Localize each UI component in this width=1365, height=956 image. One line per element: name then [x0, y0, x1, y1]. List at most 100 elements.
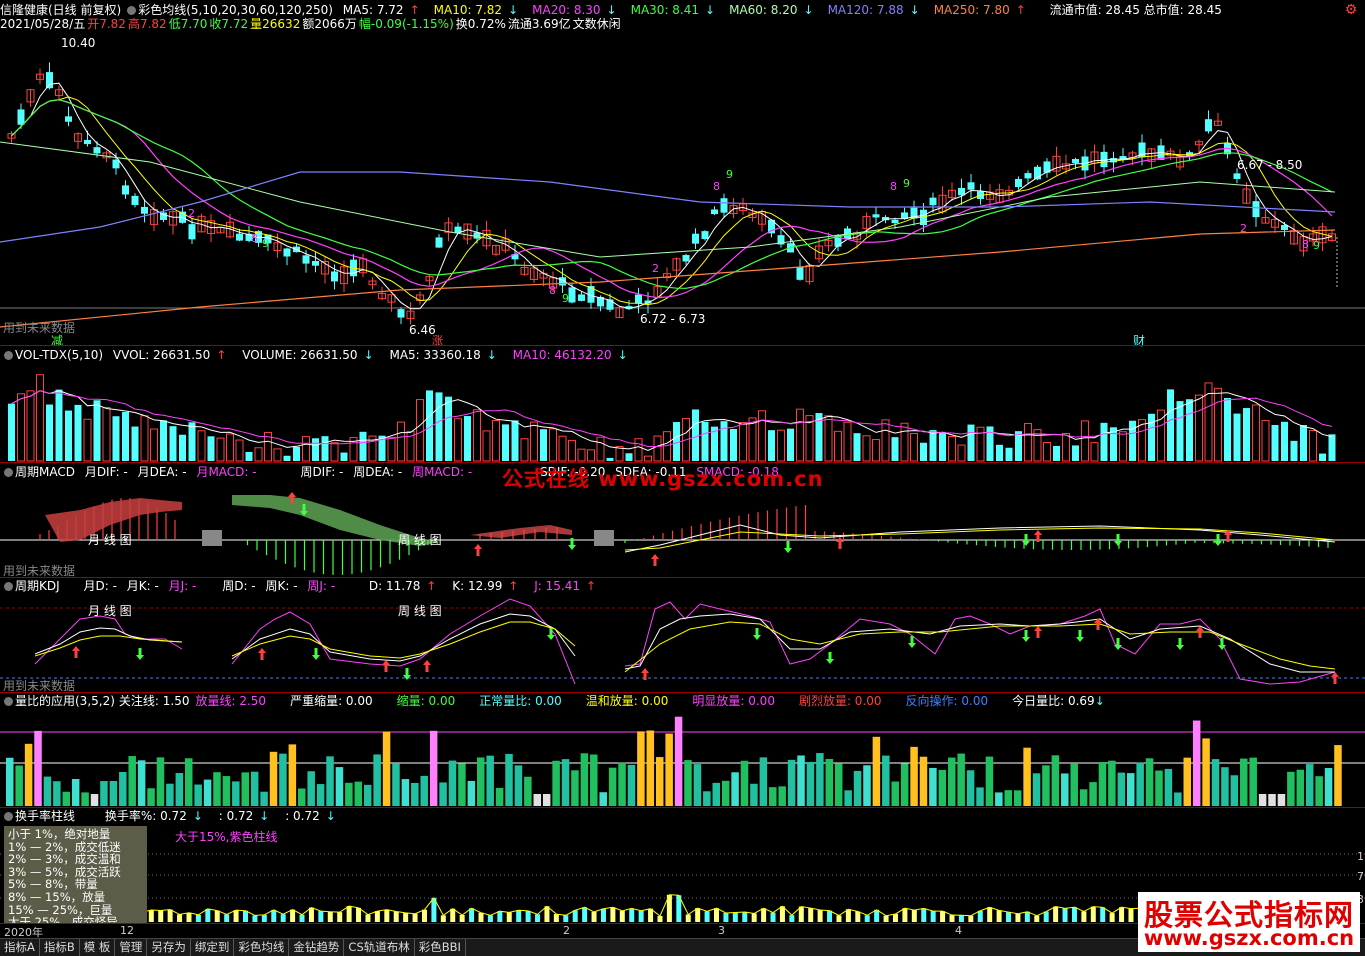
turnover-bar: [657, 915, 663, 922]
turnover-bar: [695, 908, 701, 922]
volume-bar-up: [397, 421, 405, 462]
indicator-tab[interactable]: 指标B: [40, 939, 80, 956]
indicator-tab[interactable]: 模 板: [80, 939, 116, 956]
candle-down: [312, 260, 319, 266]
ratio-bar: [552, 760, 560, 806]
turnover-bar: [384, 909, 390, 922]
volume-bar-up: [1081, 420, 1089, 462]
kdj-menu-icon[interactable]: [4, 582, 13, 591]
indicator-menu-icon[interactable]: [127, 6, 137, 15]
ratio-bar: [1315, 776, 1323, 806]
ratio-bar: [335, 767, 344, 806]
ratio-bar: [910, 746, 918, 806]
turnover-bar: [619, 910, 625, 922]
turnover-bar: [911, 910, 917, 922]
ratio-bar: [128, 756, 136, 806]
turnover-bar: [177, 914, 183, 922]
ratio-bar: [514, 765, 523, 806]
turnover-menu-icon[interactable]: [4, 812, 13, 821]
ratio-bar: [1023, 747, 1031, 806]
ratio-name[interactable]: 量比的应用(3,5,2): [15, 694, 115, 708]
ratio-bar: [1287, 771, 1295, 806]
volume-bar-up: [824, 415, 833, 462]
ratio-bar: [524, 776, 532, 806]
volume-bar-up: [758, 410, 766, 462]
volume-bar-down: [540, 429, 547, 461]
ratio-bar: [778, 786, 786, 806]
volume-bar-down: [673, 422, 680, 461]
kdj-name[interactable]: 周期KDJ: [15, 579, 60, 593]
ma-values: MA5: 7.72 ↑ MA10: 7.82 ↓ MA20: 8.30 ↓ MA30: 8.…: [343, 3, 1040, 17]
indicator-tab[interactable]: 指标A: [0, 939, 40, 956]
sell-arrow-icon: [784, 541, 792, 553]
ratio-bar: [966, 770, 975, 806]
ma-value: MA20: 8.30 ↓: [532, 3, 617, 17]
volume-bar-up: [1090, 442, 1099, 462]
settings-icon[interactable]: ⚙: [1343, 2, 1359, 18]
macd-menu-icon[interactable]: [4, 468, 13, 477]
indicator-tab[interactable]: CS轨道布林: [344, 939, 415, 956]
candle-down: [711, 209, 718, 215]
turnover-name[interactable]: 换手率柱线: [15, 809, 75, 823]
ratio-bar: [109, 780, 118, 806]
indicator-tab[interactable]: 彩色均线: [234, 939, 290, 956]
ratio-bar: [1305, 764, 1314, 806]
ratio-bar: [119, 771, 127, 806]
ma-value: MA5: 7.72 ↑: [342, 3, 420, 17]
stock-name[interactable]: 信隆健康(日线 前复权): [0, 3, 121, 17]
indicator-tab[interactable]: 管理: [115, 939, 148, 956]
ratio-bar: [731, 772, 739, 806]
candle-down: [283, 248, 291, 257]
ratio-bar: [571, 770, 579, 806]
kdj-chart[interactable]: [0, 594, 1365, 692]
buy-arrow-icon: [382, 660, 390, 672]
volume-bar-down: [625, 453, 633, 461]
volume-bar-up: [254, 447, 263, 462]
turnover-bar: [742, 912, 748, 922]
volume-bar-down: [293, 446, 300, 461]
ratio-bar: [1221, 767, 1229, 806]
volume-bar-up: [226, 433, 234, 462]
macd-week-label: 周 线 图: [398, 533, 442, 547]
turnover-bar: [874, 909, 880, 922]
volume-bar-up: [739, 422, 747, 462]
turnover-bar: [1071, 907, 1077, 922]
volume-bar-down: [74, 404, 82, 461]
volume-bar-up: [910, 432, 918, 462]
turnover-bar: [987, 907, 993, 922]
volume-bar-down: [245, 451, 253, 461]
turnover-bar: [761, 908, 767, 922]
price-chart[interactable]: 898 928 98928 92: [0, 32, 1365, 346]
indicator-tab[interactable]: 绑定到: [191, 939, 235, 956]
volume-bar-down: [283, 455, 291, 461]
macd-chart[interactable]: [0, 480, 1365, 577]
volume-bar-up: [834, 430, 842, 462]
kdj-m-j: 月J: -: [168, 579, 197, 593]
buy-arrow-icon: [474, 544, 482, 556]
ratio-bar: [674, 716, 683, 806]
indicator-tab[interactable]: 另存为: [147, 939, 191, 956]
turnover-bar: [280, 914, 286, 922]
ratio-bar: [891, 781, 899, 806]
indicator-name[interactable]: 彩色均线(5,10,20,30,60,120,250): [138, 3, 333, 17]
volume-chart[interactable]: [0, 362, 1365, 462]
turnover-bar: [902, 908, 908, 922]
volume-bar-up: [83, 418, 92, 462]
candle-down: [1205, 119, 1212, 132]
ratio-menu-icon[interactable]: [4, 697, 13, 706]
macd-name[interactable]: 周期MACD: [15, 465, 75, 479]
turnover-bar: [779, 906, 785, 922]
indicator-tab[interactable]: 金钻趋势: [289, 939, 345, 956]
turnover-header: 换手率柱线 换手率%: 0.72 ↓ : 0.72 ↓ : 0.72 ↓: [0, 808, 348, 824]
ratio-bar: [147, 788, 155, 806]
vol-name[interactable]: VOL-TDX(5,10): [15, 348, 103, 362]
volume-ratio-chart[interactable]: [0, 708, 1365, 807]
turnover-bar: [1006, 912, 1012, 922]
volume-bar-up: [881, 419, 890, 462]
ratio-bar: [81, 792, 89, 806]
ratio-bar: [665, 733, 673, 806]
vol-menu-icon[interactable]: [4, 351, 13, 360]
indicator-tab[interactable]: 彩色BBI: [415, 939, 466, 956]
volume-bar-up: [387, 436, 396, 462]
volume-bar-down: [929, 430, 937, 461]
